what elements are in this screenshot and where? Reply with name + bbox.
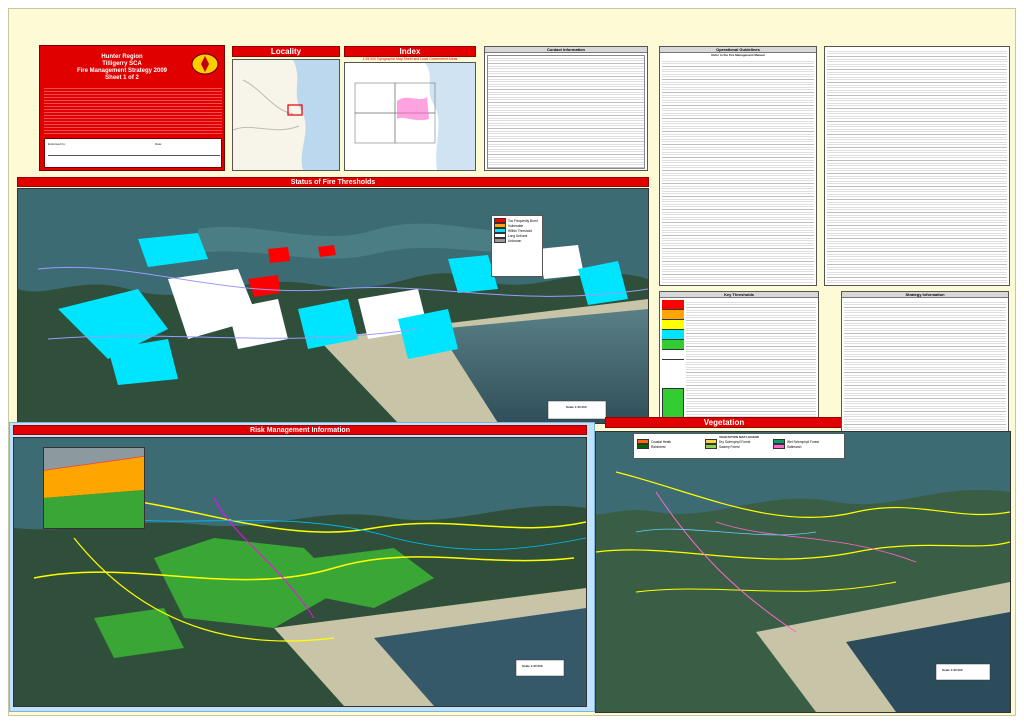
vegetation-legend-items: Coastal Heath Dry Sclerophyll Forest Wet… xyxy=(637,438,841,450)
title-region: Hunter Region xyxy=(101,54,143,60)
status-scale: Scale 1:30 000 xyxy=(566,405,587,409)
veg-label: Wet Sclerophyll Forest xyxy=(787,439,820,444)
vegetation-scale: Scale 1:30 000 xyxy=(942,668,963,672)
index-subheading: 1:25 000 Topographic Map Sheet and Local… xyxy=(362,57,458,61)
threshold-swatch xyxy=(494,237,506,244)
threshold-item-4: Unknown xyxy=(494,237,540,244)
row-within xyxy=(662,330,684,340)
veg-swatch xyxy=(705,443,717,450)
threshold-legend: Too Frequently Burnt Vulnerable Within T… xyxy=(491,215,543,277)
vegetation-legend: VEGETATION MAP LEGEND Coastal Heath Dry … xyxy=(633,433,845,459)
veg-swatch xyxy=(637,443,649,450)
contact-table xyxy=(487,55,645,169)
vegetation-map: Scale 1:30 000 xyxy=(595,431,1011,713)
veg-item-3: Rainforest xyxy=(637,443,705,450)
key-thresholds-heading: Key Thresholds xyxy=(660,292,818,298)
notes-text xyxy=(827,49,1007,283)
threshold-legend-items: Too Frequently Burnt Vulnerable Within T… xyxy=(494,217,540,244)
rfs-logo xyxy=(190,52,220,76)
key-threshold-text xyxy=(686,300,816,420)
contact-heading: Contact Information xyxy=(485,47,647,53)
risk-scale: Scale 1:30 000 xyxy=(522,664,543,668)
row-too-frequent xyxy=(662,300,684,310)
contact-information: Contact Information xyxy=(484,46,648,171)
date-label: Date: xyxy=(155,142,163,146)
operational-guidelines: Operational Guidelines Refer to the Fire… xyxy=(659,46,817,286)
key-thresholds: Key Thresholds xyxy=(659,291,819,425)
threshold-row-colors xyxy=(662,300,684,366)
operational-subheading: Refer to the Fire Management Manual xyxy=(711,53,765,57)
endorsed-label: Endorsed by: xyxy=(48,142,66,146)
title-strategy: Fire Management Strategy 2009 xyxy=(76,68,168,74)
row-vulnerable xyxy=(662,310,684,320)
veg-label: Coastal Heath xyxy=(651,439,672,444)
threshold-label: Long Unburnt xyxy=(508,233,528,238)
fire-management-sheet: Hunter Region Tilligerry SCA Fire Manage… xyxy=(8,8,1016,716)
veg-swatch xyxy=(773,443,785,450)
title-block: Hunter Region Tilligerry SCA Fire Manage… xyxy=(39,45,225,171)
approval-box: Endorsed by: Date: xyxy=(44,138,222,168)
locality-map xyxy=(232,59,340,171)
veg-label: Saltmarsh xyxy=(787,444,802,449)
veg-item-4: Swamp Forest xyxy=(705,443,773,450)
index-heading: Index xyxy=(344,46,476,57)
locality-heading: Locality xyxy=(232,46,340,57)
strategy-heading: Strategy Information xyxy=(842,292,1008,298)
threshold-label: Unknown xyxy=(508,238,522,243)
signature-line xyxy=(48,155,220,156)
row-long xyxy=(662,340,684,350)
vegetation-heading: Vegetation xyxy=(605,417,843,428)
index-map xyxy=(344,62,476,171)
threshold-label: Too Frequently Burnt xyxy=(508,218,538,223)
veg-label: Dry Sclerophyll Forest xyxy=(719,439,751,444)
risk-heading: Risk Management Information xyxy=(13,425,587,435)
fire-behaviour-notes xyxy=(824,46,1010,286)
veg-label: Rainforest xyxy=(651,444,666,449)
row-recently xyxy=(662,320,684,330)
status-map: Scale 1:30 000 xyxy=(17,188,649,424)
title-notes xyxy=(44,86,222,136)
veg-label: Swamp Forest xyxy=(719,444,740,449)
status-heading: Status of Fire Thresholds xyxy=(17,177,649,187)
row-unknown xyxy=(662,350,684,360)
risk-inset-map xyxy=(43,447,145,529)
threshold-label: Vulnerable xyxy=(508,223,524,228)
veg-item-5: Saltmarsh xyxy=(773,443,841,450)
threshold-label: Within Threshold xyxy=(508,228,532,233)
title-sca: Tilligerry SCA xyxy=(102,61,142,67)
title-sheet: Sheet 1 of 2 xyxy=(105,75,139,81)
operational-text xyxy=(662,59,814,283)
